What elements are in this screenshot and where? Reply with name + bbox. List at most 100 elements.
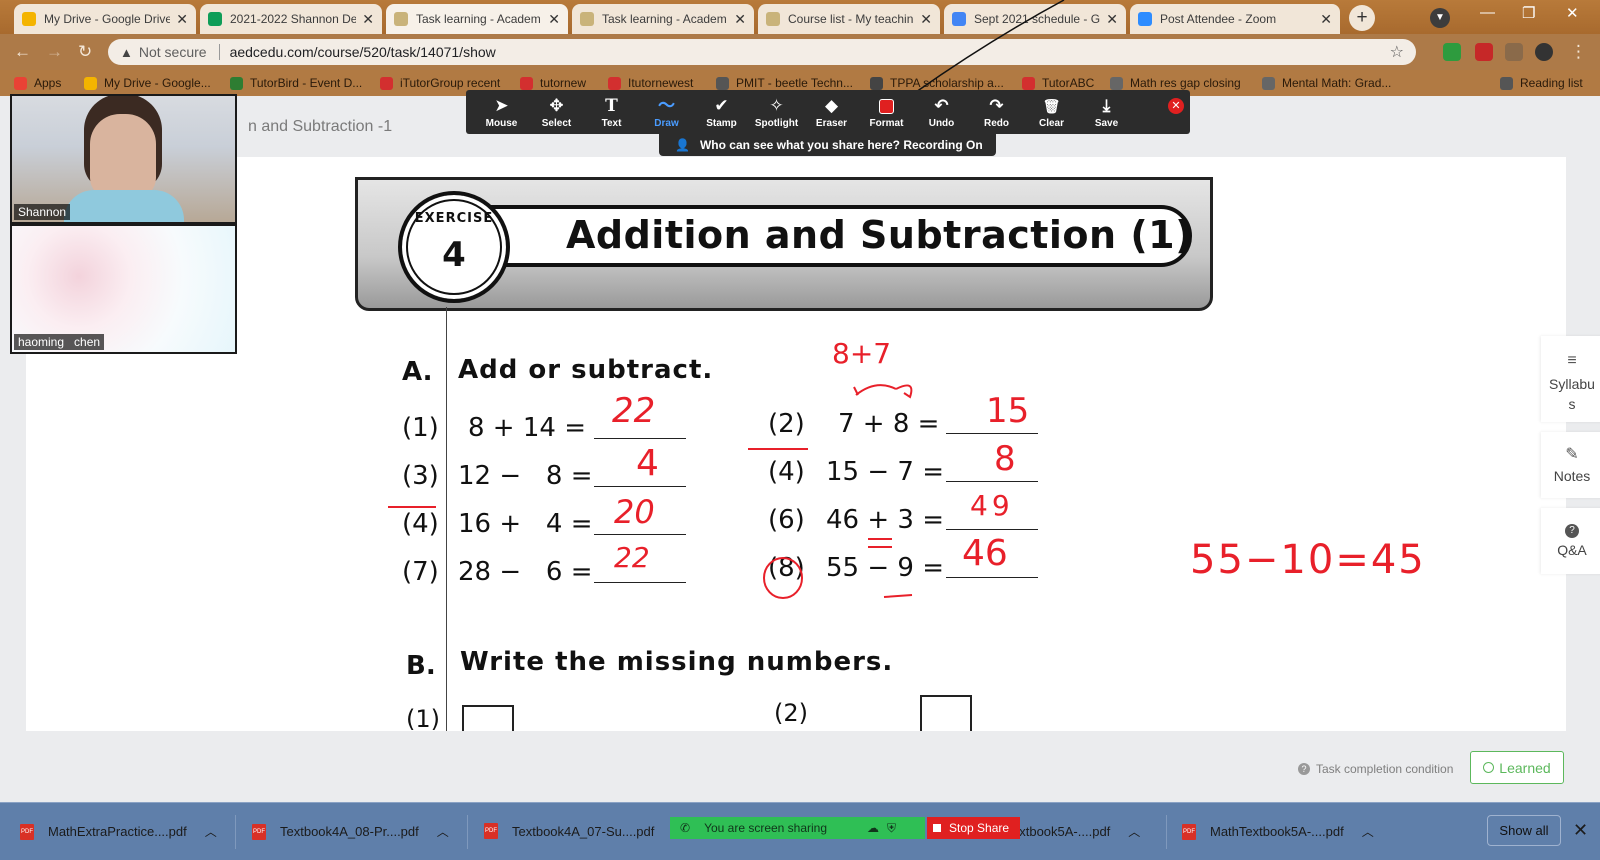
bookmark-item[interactable]: tutornew — [520, 76, 586, 90]
tool-stamp[interactable]: ✔ Stamp — [694, 96, 749, 129]
tab-zoom[interactable]: Post Attendee - Zoom ✕ — [1130, 4, 1340, 34]
tab-close-icon[interactable]: ✕ — [1106, 11, 1118, 28]
tab-title: My Drive - Google Drive — [44, 12, 171, 26]
close-annotation-icon[interactable]: ✕ — [1168, 98, 1184, 114]
bookmark-item[interactable]: TutorBird - Event D... — [230, 76, 362, 90]
tab-strip: My Drive - Google Drive ✕ 2021-2022 Shan… — [0, 0, 1600, 34]
tool-eraser[interactable]: ◆ Eraser — [804, 96, 859, 129]
download-item[interactable]: PDF Textbook4A_07-Su....pdf — [484, 823, 654, 839]
participants-icon: 👤 — [675, 138, 690, 152]
tab-close-icon[interactable]: ✕ — [734, 11, 746, 28]
tab-task-learning[interactable]: Task learning - Academ ✕ — [572, 4, 754, 34]
google-sheets-icon — [208, 12, 222, 26]
divider — [218, 44, 220, 60]
tab-close-icon[interactable]: ✕ — [176, 11, 188, 28]
academy-icon — [580, 12, 594, 26]
download-item[interactable]: extbook5A-....pdf ︿ — [1012, 823, 1140, 840]
url-text[interactable]: aedcedu.com/course/520/task/14071/show — [230, 44, 496, 60]
back-icon[interactable]: ← — [14, 42, 31, 62]
select-icon: ✥ — [549, 95, 564, 115]
bookmark-item[interactable]: Itutornewest — [608, 76, 693, 90]
tab-search-icon[interactable]: ▼ — [1430, 8, 1450, 28]
tool-undo[interactable]: ↶ Undo — [914, 96, 969, 129]
qa-button[interactable]: ? Q&A — [1541, 508, 1600, 574]
tab-course-list[interactable]: Course list - My teachin ✕ — [758, 4, 940, 34]
chevron-up-icon[interactable]: ︿ — [1128, 823, 1140, 840]
cloud-icon: ☁ — [867, 821, 880, 835]
bookmark-item[interactable]: TutorABC — [1022, 76, 1094, 90]
minimize-icon[interactable]: — — [1480, 4, 1495, 21]
bookmark-star-icon[interactable]: ☆ — [1390, 42, 1404, 62]
divider — [467, 815, 468, 849]
tool-spotlight[interactable]: ✧ Spotlight — [749, 96, 804, 129]
download-item[interactable]: PDF MathTextbook5A-....pdf ︿ — [1182, 823, 1374, 840]
learned-button[interactable]: Learned — [1470, 751, 1564, 784]
tab-close-icon[interactable]: ✕ — [920, 11, 932, 28]
tutorbird-icon — [230, 76, 243, 90]
pencil-icon: ✎ — [1565, 446, 1579, 463]
tutorabc-icon — [1022, 76, 1035, 90]
warning-icon[interactable]: ▲ — [120, 45, 133, 60]
browser-toolbar: ← → ↻ ▲ Not secure aedcedu.com/course/52… — [0, 34, 1600, 70]
forward-icon[interactable]: → — [46, 42, 63, 62]
tool-clear[interactable]: 🗑 Clear — [1024, 96, 1079, 129]
chevron-up-icon[interactable]: ︿ — [205, 823, 217, 840]
reload-icon[interactable]: ↻ — [78, 42, 92, 62]
recording-notice[interactable]: 👤 Who can see what you share here? Recor… — [659, 134, 996, 156]
bookmark-apps[interactable]: Apps — [14, 76, 61, 90]
address-bar[interactable]: ▲ Not secure aedcedu.com/course/520/task… — [108, 39, 1416, 65]
video-tile-shannon[interactable]: Shannon — [10, 94, 237, 224]
stop-share-label: Stop Share — [949, 821, 1010, 835]
tool-text[interactable]: T Text — [584, 96, 639, 129]
bookmark-item[interactable]: Math res gap closing — [1110, 76, 1241, 90]
download-item[interactable]: PDF Textbook4A_08-Pr....pdf ︿ — [252, 823, 449, 840]
chevron-up-icon[interactable]: ︿ — [437, 823, 449, 840]
profile-avatar[interactable] — [1535, 43, 1553, 61]
security-label[interactable]: Not secure — [139, 44, 207, 60]
task-completion-condition[interactable]: ? Task completion condition — [1298, 762, 1453, 776]
extension-icon[interactable] — [1443, 43, 1461, 61]
eraser-icon: ◆ — [824, 95, 839, 115]
bookmark-item[interactable]: PMIT - beetle Techn... — [716, 76, 853, 90]
tab-schedule[interactable]: Sept 2021 schedule - G ✕ — [944, 4, 1126, 34]
notes-button[interactable]: ✎ Notes — [1541, 432, 1600, 498]
worksheet-viewer[interactable]: EXERCISE 4 Addition and Subtraction (1) … — [26, 157, 1566, 731]
restore-icon[interactable]: ❐ — [1522, 4, 1535, 22]
tab-close-icon[interactable]: ✕ — [362, 11, 374, 28]
tab-sheets[interactable]: 2021-2022 Shannon De ✕ — [200, 4, 382, 34]
tab-google-drive[interactable]: My Drive - Google Drive ✕ — [14, 4, 196, 34]
reading-list[interactable]: Reading list — [1500, 76, 1583, 90]
question-icon: ? — [1565, 524, 1579, 538]
tool-save[interactable]: ⤓ Save — [1079, 96, 1134, 129]
tool-mouse[interactable]: ➤ Mouse — [474, 96, 529, 129]
participant-video — [90, 114, 156, 198]
window-close-icon[interactable]: ✕ — [1566, 4, 1579, 22]
academy-icon — [394, 12, 408, 26]
bookmark-item[interactable]: My Drive - Google... — [84, 76, 211, 90]
close-downloads-icon[interactable]: ✕ — [1573, 820, 1588, 841]
trash-icon: 🗑 — [1042, 97, 1061, 114]
menu-icon[interactable]: ⋮ — [1570, 42, 1587, 62]
stop-share-button[interactable]: Stop Share — [927, 817, 1020, 839]
bookmark-item[interactable]: TPPA scholarship a... — [870, 76, 1004, 90]
video-tile-haoming[interactable]: haoming chen — [10, 224, 237, 354]
tab-close-icon[interactable]: ✕ — [1320, 11, 1332, 28]
tool-select[interactable]: ✥ Select — [529, 96, 584, 129]
new-tab-button[interactable]: + — [1349, 5, 1375, 31]
tab-close-icon[interactable]: ✕ — [548, 11, 560, 28]
bookmark-item[interactable]: iTutorGroup recent — [380, 76, 500, 90]
tab-task-learning-active[interactable]: Task learning - Academ ✕ — [386, 4, 568, 34]
puzzle-icon[interactable] — [1505, 43, 1523, 61]
ublock-icon[interactable] — [1475, 43, 1493, 61]
tool-redo[interactable]: ↷ Redo — [969, 96, 1024, 129]
chevron-up-icon[interactable]: ︿ — [1362, 823, 1374, 840]
download-item[interactable]: PDF MathExtraPractice....pdf ︿ — [20, 823, 217, 840]
tool-format[interactable]: Format — [859, 96, 914, 129]
participant-name: haoming chen — [14, 334, 105, 350]
mouse-icon: ➤ — [494, 95, 509, 115]
bookmark-item[interactable]: Mental Math: Grad... — [1262, 76, 1391, 90]
syllabus-button[interactable]: ≡ Syllabus — [1541, 336, 1600, 422]
screen-sharing-banner[interactable]: ✆ You are screen sharing ☁ ⛨ — [670, 817, 925, 839]
tool-draw[interactable]: 〜 Draw — [639, 96, 694, 129]
show-all-downloads-button[interactable]: Show all — [1487, 815, 1561, 846]
